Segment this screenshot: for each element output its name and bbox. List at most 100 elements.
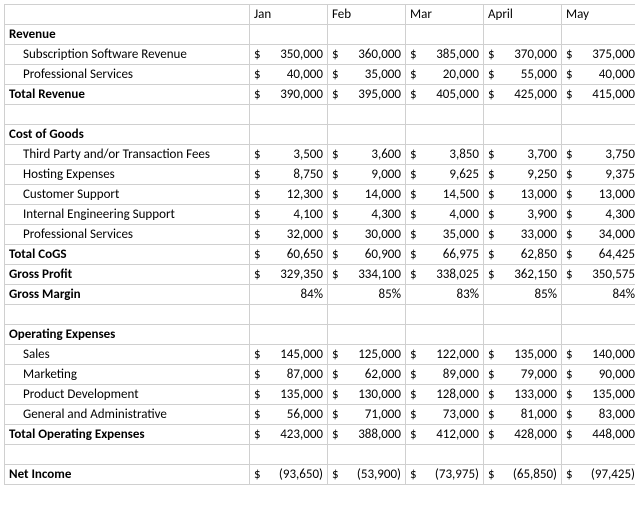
value-cell: $35,000 — [328, 65, 406, 85]
value-cell — [406, 125, 484, 145]
table-row: Professional Services$32,000$30,000$35,0… — [5, 225, 635, 245]
value-cell: $83,000 — [562, 405, 635, 425]
value-cell: $390,000 — [250, 85, 328, 105]
table-row: General and Administrative$56,000$71,000… — [5, 405, 635, 425]
row-label: Sales — [5, 345, 250, 365]
value-cell: $385,000 — [406, 45, 484, 65]
value-cell: $412,000 — [406, 425, 484, 445]
empty-cell — [406, 105, 484, 125]
value-cell: $122,000 — [406, 345, 484, 365]
value-cell: 84% — [562, 285, 635, 305]
table-row: Net Income$(93,650)$(53,900)$(73,975)$(6… — [5, 465, 635, 485]
table-row — [5, 105, 635, 125]
empty-cell — [562, 105, 635, 125]
row-label: Professional Services — [5, 225, 250, 245]
value-cell — [562, 125, 635, 145]
value-cell: $428,000 — [484, 425, 562, 445]
value-cell: $40,000 — [250, 65, 328, 85]
value-cell: $130,000 — [328, 385, 406, 405]
value-cell: $20,000 — [406, 65, 484, 85]
empty-cell — [328, 105, 406, 125]
value-cell: $14,500 — [406, 185, 484, 205]
table-row: Cost of Goods — [5, 125, 635, 145]
row-label: Total Revenue — [5, 85, 250, 105]
value-cell — [406, 325, 484, 345]
header-month: Mar — [406, 5, 484, 25]
table-row: Operating Expenses — [5, 325, 635, 345]
value-cell: $40,000 — [562, 65, 635, 85]
value-cell — [328, 25, 406, 45]
value-cell: $(73,975) — [406, 465, 484, 485]
header-month: April — [484, 5, 562, 25]
row-label: Total Operating Expenses — [5, 425, 250, 445]
row-label: Product Development — [5, 385, 250, 405]
value-cell: $145,000 — [250, 345, 328, 365]
table-row: Marketing$87,000$62,000$89,000$79,000$90… — [5, 365, 635, 385]
row-label: Revenue — [5, 25, 250, 45]
table-row: Internal Engineering Support$4,100$4,300… — [5, 205, 635, 225]
value-cell: $(53,900) — [328, 465, 406, 485]
value-cell: $89,000 — [406, 365, 484, 385]
table-row — [5, 305, 635, 325]
value-cell: $334,100 — [328, 265, 406, 285]
value-cell: $4,300 — [562, 205, 635, 225]
value-cell: $35,000 — [406, 225, 484, 245]
table-row: Third Party and/or Transaction Fees$3,50… — [5, 145, 635, 165]
value-cell: $3,600 — [328, 145, 406, 165]
value-cell: $30,000 — [328, 225, 406, 245]
header-month: May — [562, 5, 635, 25]
value-cell: $79,000 — [484, 365, 562, 385]
value-cell: $128,000 — [406, 385, 484, 405]
value-cell: $90,000 — [562, 365, 635, 385]
value-cell — [562, 25, 635, 45]
value-cell: $62,850 — [484, 245, 562, 265]
table-row: Total Revenue$390,000$395,000$405,000$42… — [5, 85, 635, 105]
value-cell: $8,750 — [250, 165, 328, 185]
value-cell: $(97,425) — [562, 465, 635, 485]
empty-cell — [250, 105, 328, 125]
table-row: Sales$145,000$125,000$122,000$135,000$14… — [5, 345, 635, 365]
value-cell: $423,000 — [250, 425, 328, 445]
value-cell: $350,575 — [562, 265, 635, 285]
value-cell: $34,000 — [562, 225, 635, 245]
header-row: Jan Feb Mar April May — [5, 5, 635, 25]
value-cell: $135,000 — [250, 385, 328, 405]
value-cell — [250, 325, 328, 345]
value-cell: $12,300 — [250, 185, 328, 205]
value-cell: $71,000 — [328, 405, 406, 425]
row-label: Subscription Software Revenue — [5, 45, 250, 65]
value-cell: $388,000 — [328, 425, 406, 445]
value-cell: $4,300 — [328, 205, 406, 225]
empty-cell — [406, 305, 484, 325]
value-cell: $3,900 — [484, 205, 562, 225]
table-row: Gross Profit$329,350$334,100$338,025$362… — [5, 265, 635, 285]
value-cell: $(65,850) — [484, 465, 562, 485]
header-month: Feb — [328, 5, 406, 25]
empty-cell — [562, 445, 635, 465]
value-cell: $395,000 — [328, 85, 406, 105]
empty-cell — [328, 305, 406, 325]
value-cell: $448,000 — [562, 425, 635, 445]
table-row: Professional Services$40,000$35,000$20,0… — [5, 65, 635, 85]
value-cell: $32,000 — [250, 225, 328, 245]
value-cell: 85% — [328, 285, 406, 305]
header-blank — [5, 5, 250, 25]
value-cell: $3,700 — [484, 145, 562, 165]
value-cell — [328, 325, 406, 345]
value-cell: $(93,650) — [250, 465, 328, 485]
value-cell — [484, 25, 562, 45]
value-cell: $425,000 — [484, 85, 562, 105]
value-cell: $135,000 — [562, 385, 635, 405]
empty-cell — [562, 305, 635, 325]
value-cell — [250, 25, 328, 45]
row-label: Third Party and/or Transaction Fees — [5, 145, 250, 165]
value-cell: $9,250 — [484, 165, 562, 185]
value-cell: $4,100 — [250, 205, 328, 225]
empty-cell — [484, 105, 562, 125]
header-month: Jan — [250, 5, 328, 25]
value-cell — [406, 25, 484, 45]
value-cell: $14,000 — [328, 185, 406, 205]
empty-cell — [5, 445, 250, 465]
row-label: Customer Support — [5, 185, 250, 205]
value-cell: $360,000 — [328, 45, 406, 65]
